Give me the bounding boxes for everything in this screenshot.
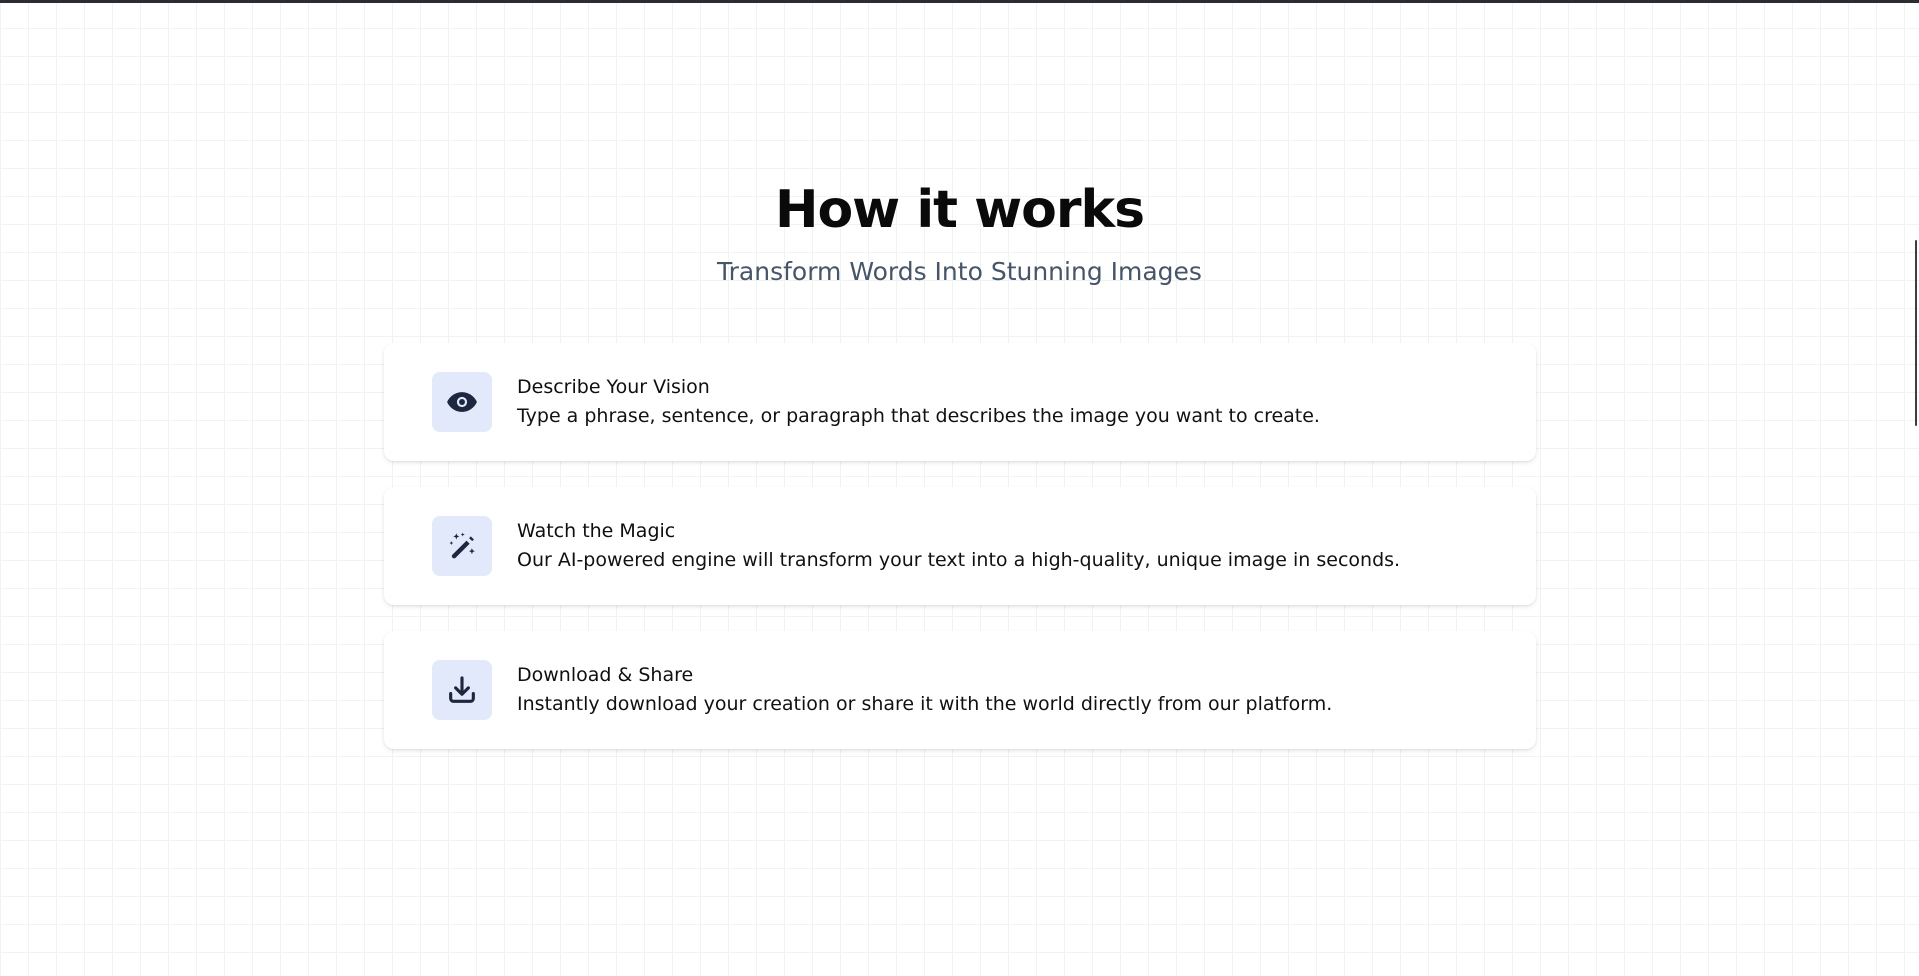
section-subtitle: Transform Words Into Stunning Images <box>717 257 1202 286</box>
scrollbar-thumb[interactable] <box>1915 240 1917 426</box>
magic-wand-icon <box>432 516 492 576</box>
steps-list: Describe Your Vision Type a phrase, sent… <box>384 343 1536 775</box>
page: How it works Transform Words Into Stunni… <box>0 0 1919 976</box>
top-border <box>0 0 1919 3</box>
step-title: Watch the Magic <box>517 520 676 542</box>
step-title: Download & Share <box>517 664 694 686</box>
step-card-magic: Watch the Magic Our AI-powered engine wi… <box>384 487 1536 605</box>
step-card-describe: Describe Your Vision Type a phrase, sent… <box>384 343 1536 461</box>
eye-icon <box>432 372 492 432</box>
scrollbar[interactable] <box>1913 0 1919 976</box>
step-description: Instantly download your creation or shar… <box>517 693 1333 715</box>
section-title: How it works <box>774 180 1145 240</box>
download-icon <box>432 660 492 720</box>
step-title: Describe Your Vision <box>517 376 710 398</box>
step-card-download: Download & Share Instantly download your… <box>384 631 1536 749</box>
step-description: Our AI-powered engine will transform you… <box>517 549 1401 571</box>
step-description: Type a phrase, sentence, or paragraph th… <box>517 405 1320 427</box>
